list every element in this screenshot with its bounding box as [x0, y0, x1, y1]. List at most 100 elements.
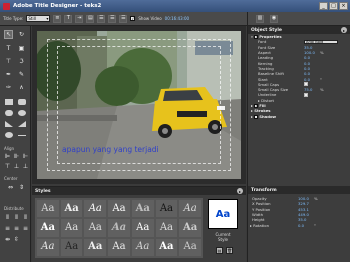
center-vertical-icon[interactable]: ⇕: [17, 183, 26, 192]
style-swatch[interactable]: Aa: [131, 219, 154, 237]
align-section-label: Align: [4, 146, 15, 151]
template-icon[interactable]: ▤: [86, 14, 95, 23]
type-tool-icon[interactable]: T: [4, 44, 13, 53]
style-swatch[interactable]: Aa: [179, 219, 201, 237]
style-swatch[interactable]: Aa: [60, 219, 83, 237]
style-swatch[interactable]: Aa: [60, 200, 83, 218]
text-style-icon[interactable]: T: [64, 14, 73, 23]
style-swatch[interactable]: Aa: [108, 200, 130, 218]
align-center-icon[interactable]: ☰: [108, 14, 117, 23]
style-swatch[interactable]: Aa: [179, 238, 201, 256]
distribute-center-icon[interactable]: ⫴: [12, 213, 21, 222]
rotation-value[interactable]: 0.0: [298, 223, 304, 228]
current-style-preview: Aa: [208, 199, 238, 229]
arc-tool-icon[interactable]: [18, 121, 26, 127]
center-horizontal-icon[interactable]: ⇔: [6, 183, 15, 192]
style-swatch[interactable]: Aa: [84, 219, 107, 237]
style-swatch[interactable]: Aa: [179, 200, 201, 218]
timecode-display[interactable]: 00:16:43:00: [165, 16, 189, 21]
path-type-tool-icon[interactable]: ℑ: [17, 57, 26, 66]
clipped-corner-tool-icon[interactable]: [5, 110, 13, 116]
distribute-vspace-icon[interactable]: ⇳: [12, 235, 21, 244]
style-swatch[interactable]: Aa: [37, 200, 59, 218]
align-hcenter-icon[interactable]: ⊥: [12, 162, 21, 171]
style-swatch-sample: Aa: [136, 221, 150, 233]
tab-stops-icon[interactable]: ⇥: [75, 14, 84, 23]
style-swatch[interactable]: Aa: [84, 238, 107, 256]
align-right-icon[interactable]: ☰: [119, 14, 128, 23]
current-style-sample: Aa: [215, 208, 231, 220]
transform-header: Transform: [248, 186, 350, 194]
font-select[interactable]: Arial Bold: [304, 39, 338, 45]
style-swatch[interactable]: Aa: [108, 219, 130, 237]
align-top-icon[interactable]: ⊤: [3, 162, 12, 171]
style-swatch-sample: Aa: [159, 202, 174, 214]
selection-tool-icon[interactable]: ↖: [4, 30, 13, 39]
align-vcenter-icon[interactable]: ⊪: [12, 152, 21, 161]
title-text-object[interactable]: apapun yang yang terjadi: [62, 145, 159, 154]
wedge-tool-icon[interactable]: [5, 121, 13, 127]
line-tool-icon[interactable]: [18, 135, 26, 136]
distribute-right-icon[interactable]: ⫴: [21, 213, 30, 222]
close-button[interactable]: ×: [339, 2, 348, 10]
align-left-edges-icon[interactable]: ⊫: [3, 152, 12, 161]
style-swatch-sample: Aa: [111, 221, 127, 233]
toolbox-panel: ↖ ↻ T ▣ ⊤ ℑ ✒ ✎ ✑ ∧ Align ⊫ ⊪ ⊩ ⊤ ⊥ ⊥ Ce…: [0, 26, 31, 262]
ellipse-tool-icon[interactable]: [18, 110, 26, 116]
underline-checkbox[interactable]: [304, 92, 308, 97]
minimize-button[interactable]: _: [319, 2, 328, 10]
convert-anchor-tool-icon[interactable]: ∧: [17, 83, 26, 92]
vertical-type-tool-icon[interactable]: ⊤: [4, 57, 13, 66]
style-swatch-sample: Aa: [159, 241, 174, 253]
style-swatch[interactable]: Aa: [84, 200, 107, 218]
object-style-header: Object Style ▸: [248, 26, 350, 34]
new-style-icon[interactable]: ▤: [216, 247, 223, 254]
style-swatch[interactable]: Aa: [155, 238, 178, 256]
style-swatch[interactable]: Aa: [37, 219, 59, 237]
area-type-tool-icon[interactable]: ▣: [17, 44, 26, 53]
styles-panel: Styles ▸ Aa Aa Aa Aa Aa Aa Aa Aa Aa Aa Aa Aa Aa Aa Aa A…: [32, 186, 246, 262]
maximize-button[interactable]: □: [329, 2, 338, 10]
rotation-row[interactable]: ▸ Rotation 0.0 °: [248, 222, 350, 228]
distribute-bottom-icon[interactable]: ≡: [21, 224, 30, 233]
style-swatch[interactable]: Aa: [155, 219, 178, 237]
templates-icon[interactable]: ▥: [256, 14, 264, 23]
style-swatch[interactable]: Aa: [60, 238, 83, 256]
delete-style-icon[interactable]: 🗑: [226, 247, 233, 254]
distribute-top-icon[interactable]: ≡: [3, 224, 12, 233]
title-type-label: Title Type:: [3, 16, 24, 21]
title-canvas-area: apapun yang yang terjadi: [32, 26, 246, 184]
window-title: Adobe Title Designer - teks2: [13, 3, 102, 9]
align-right-edges-icon[interactable]: ⊩: [21, 152, 30, 161]
circle-tool-icon[interactable]: [5, 132, 13, 138]
style-swatch-sample: Aa: [183, 221, 198, 233]
align-left-icon[interactable]: ☰: [97, 14, 106, 23]
align-bottom-icon[interactable]: ⊥: [21, 162, 30, 171]
video-preview[interactable]: apapun yang yang terjadi: [37, 31, 241, 179]
rounded-rectangle-tool-icon[interactable]: [18, 99, 26, 105]
roll-crawl-icon[interactable]: ◉: [270, 14, 278, 23]
delete-anchor-tool-icon[interactable]: ✑: [4, 83, 13, 92]
object-style-menu-icon[interactable]: ▸: [341, 27, 347, 33]
show-video-checkbox[interactable]: ✓: [130, 16, 136, 21]
rotation-tool-icon[interactable]: ↻: [17, 30, 26, 39]
distribute-left-icon[interactable]: ⫴: [3, 213, 12, 222]
rectangle-tool-icon[interactable]: [5, 99, 13, 105]
style-swatch[interactable]: Aa: [131, 238, 154, 256]
small-caps-checkbox[interactable]: [304, 82, 308, 87]
add-anchor-tool-icon[interactable]: ✎: [17, 70, 26, 79]
title-type-select[interactable]: Still: [26, 15, 51, 22]
style-swatch[interactable]: Aa: [155, 200, 178, 218]
distribute-hspace-icon[interactable]: ⇹: [3, 235, 12, 244]
shadow-group[interactable]: ▸ Shadow: [248, 113, 350, 119]
style-swatch[interactable]: Aa: [108, 238, 130, 256]
styles-menu-icon[interactable]: ▸: [237, 188, 243, 194]
pen-tool-icon[interactable]: ✒: [4, 70, 13, 79]
text-wrap-icon[interactable]: ≡: [53, 14, 62, 23]
distribute-middle-icon[interactable]: ≡: [12, 224, 21, 233]
style-swatch-sample: Aa: [41, 241, 55, 253]
style-swatch[interactable]: Aa: [131, 200, 154, 218]
shadow-checkbox[interactable]: [254, 114, 259, 119]
style-swatch[interactable]: Aa: [37, 238, 59, 256]
style-swatch-sample: Aa: [88, 221, 102, 233]
